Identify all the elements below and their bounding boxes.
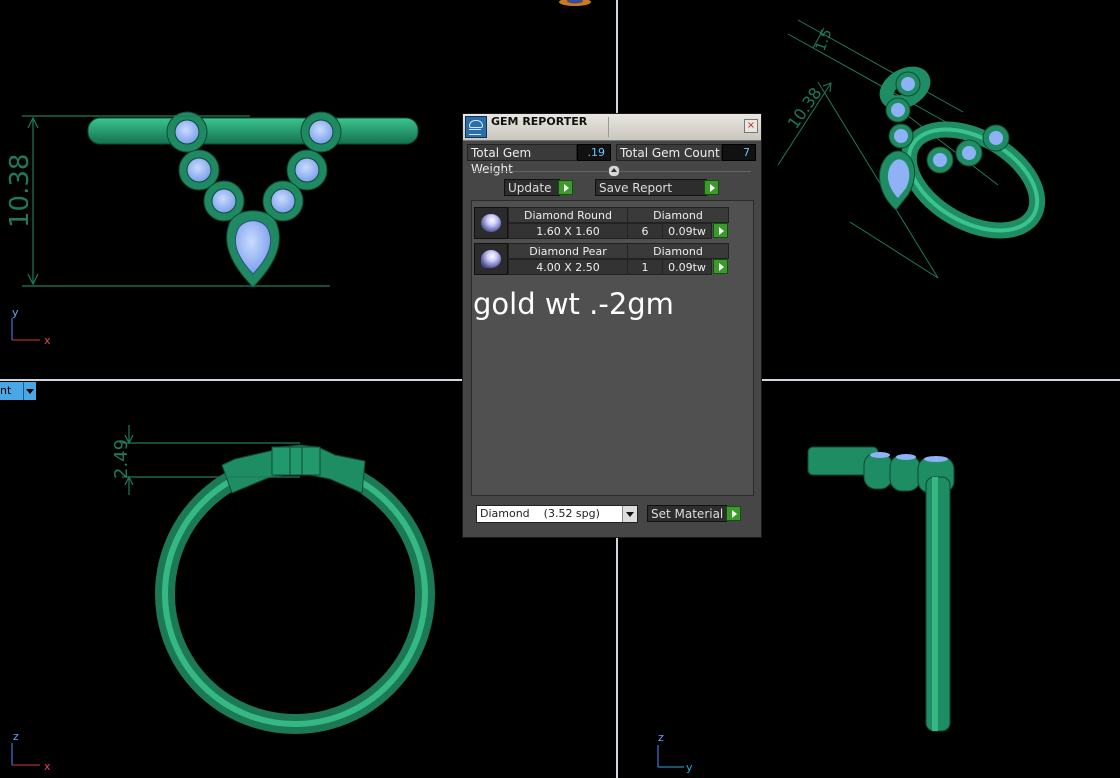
gem-size-cell: 1.60 X 1.60 (508, 223, 628, 239)
save-report-button[interactable]: Save Report (595, 179, 707, 196)
gem-list: Diamond Round Diamond 1.60 X 1.60 6 0.09… (471, 200, 754, 496)
close-icon[interactable]: × (744, 119, 758, 133)
dimension-length-label: 10.38 (784, 84, 826, 132)
material-select-value: Diamond (3.52 spg) (480, 507, 600, 520)
gem-reporter-panel: GEM REPORTER × Total Gem Weight .19 Tota… (462, 113, 762, 538)
svg-text:z: z (13, 730, 19, 743)
total-gem-weight-value: .19 (577, 144, 611, 161)
axis-triad-end: z y (657, 731, 693, 774)
set-material-button[interactable]: Set Material (647, 505, 727, 522)
dimension-height-label: 10.38 (5, 154, 35, 228)
gem-weight-cell: 0.09tw (662, 259, 712, 275)
svg-text:x: x (44, 760, 51, 773)
svg-text:z: z (658, 731, 664, 744)
gem-shape-cell: Diamond Pear (508, 243, 628, 259)
svg-text:x: x (44, 334, 51, 347)
svg-text:y: y (686, 761, 693, 774)
gem-thumbnail-pear[interactable] (474, 243, 508, 275)
svg-text:y: y (12, 306, 19, 319)
total-gem-weight-label: Total Gem Weight (467, 144, 577, 176)
update-go-icon[interactable] (558, 180, 573, 195)
gem-count-cell: 6 (627, 223, 663, 239)
view-selector-dropdown[interactable]: nt (0, 382, 36, 400)
gem-reporter-logo-icon (465, 116, 487, 138)
panel-titlebar[interactable]: GEM REPORTER × (463, 114, 761, 141)
collapse-toggle-icon[interactable] (608, 165, 620, 177)
gem-weight-cell: 0.09tw (662, 223, 712, 239)
dimension-thickness-label: 2.49 (111, 439, 132, 479)
gem-material-cell: Diamond (627, 243, 729, 259)
chevron-down-icon[interactable] (622, 506, 637, 522)
dimension-width-label: 1.5 (813, 27, 836, 53)
panel-title: GEM REPORTER (491, 115, 588, 128)
ring-model-side (155, 444, 435, 734)
update-button[interactable]: Update (504, 179, 560, 196)
chevron-down-icon (23, 382, 36, 400)
gold-weight-note: gold wt .-2gm (473, 287, 674, 321)
material-select[interactable]: Diamond (3.52 spg) (476, 505, 638, 523)
save-report-go-icon[interactable] (704, 180, 719, 195)
axis-triad-front: y x (11, 306, 51, 347)
gem-row-go-icon[interactable] (713, 223, 728, 238)
gem-size-cell: 4.00 X 2.50 (508, 259, 628, 275)
total-gem-count-label: Total Gem Count (616, 144, 722, 161)
gem-row-go-icon[interactable] (713, 259, 728, 274)
ring-model-end (807, 446, 955, 732)
titlebar-separator (608, 117, 609, 137)
gem-material-cell: Diamond (627, 207, 729, 223)
view-cube-icon[interactable] (556, 0, 596, 10)
set-material-go-icon[interactable] (726, 506, 741, 521)
gem-count-cell: 1 (627, 259, 663, 275)
ring-band-front (87, 117, 419, 145)
axis-triad-side: z x (11, 730, 51, 773)
total-gem-count-value: 7 (722, 144, 756, 161)
gem-thumbnail-round[interactable] (474, 207, 508, 239)
ring-model-perspective (879, 66, 1046, 239)
gem-shape-cell: Diamond Round (508, 207, 628, 223)
